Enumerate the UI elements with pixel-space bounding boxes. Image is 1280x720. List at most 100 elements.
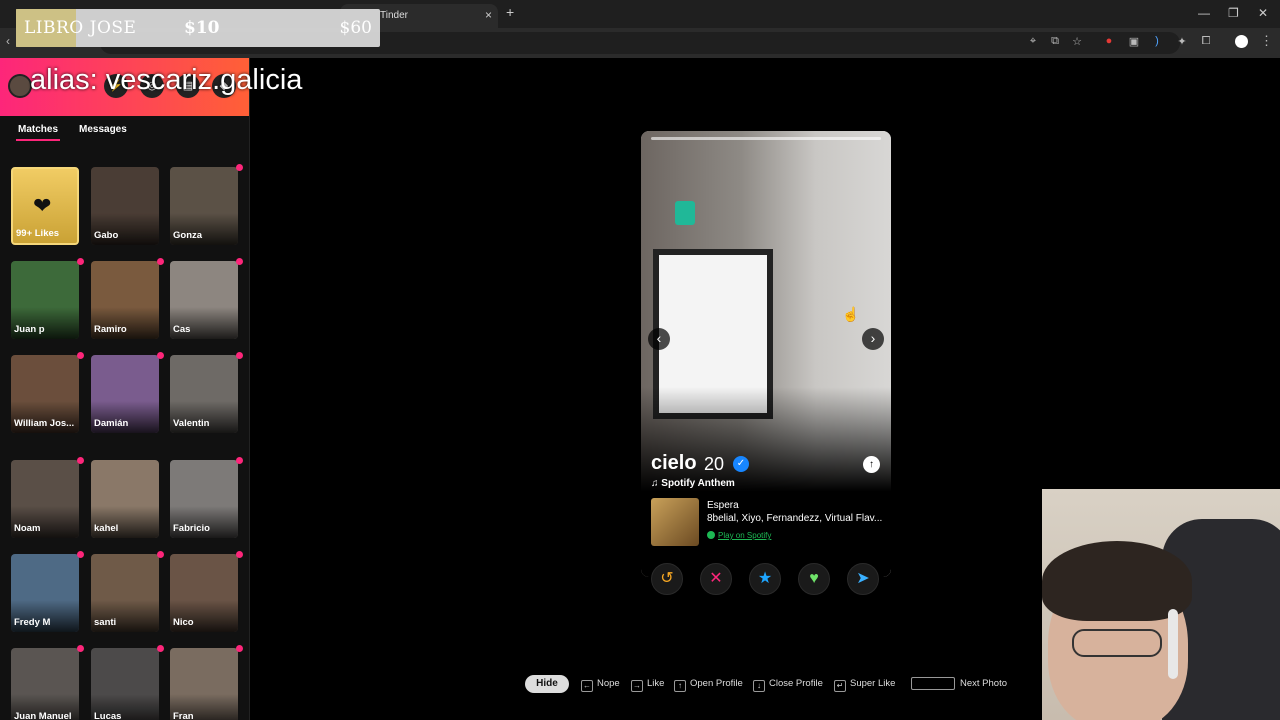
banner-current-amount: $10 [184,18,220,38]
restore-button[interactable]: ❐ [1228,6,1239,20]
match-name: Ramiro [94,324,127,335]
tab-title: Tinder [380,10,408,21]
prev-photo-icon[interactable]: ‹ [648,328,670,350]
match-card[interactable]: Damián [91,355,159,433]
extension-window-icon[interactable]: ▣ [1127,35,1141,48]
song-title: Espera [707,500,739,511]
new-match-dot [236,258,243,265]
location-icon[interactable]: ⌖ [1026,35,1040,48]
match-name: Gonza [173,230,203,241]
new-match-dot [77,258,84,265]
stream-goal-banner: LIBRO JOSE $10 $60 [16,9,380,47]
likes-count: 99+ Likes [16,228,60,239]
match-card[interactable]: Fran [170,648,238,720]
match-name: Nico [173,617,194,628]
user-avatar[interactable] [8,74,32,98]
album-art [651,498,699,546]
match-card[interactable]: Juan Manuel [11,648,79,720]
match-name: Fabricio [173,523,210,534]
profile-avatar[interactable] [1235,35,1248,48]
super-like-button[interactable]: ★ [749,563,781,595]
new-match-dot [157,258,164,265]
rewind-button[interactable]: ↺ [651,563,683,595]
next-photo-icon[interactable]: › [862,328,884,350]
extension-red-icon[interactable]: ● [1102,35,1116,47]
matches-tabs: Matches Messages [0,116,249,156]
profile-age: 20 [704,454,725,474]
extensions-puzzle-icon[interactable]: ⧠ [1199,35,1213,48]
hide-hints-button[interactable]: Hide [525,675,569,693]
down-arrow-key-icon: ↓ [753,680,765,692]
tab-messages[interactable]: Messages [79,124,127,135]
match-name: Juan Manuel [14,711,72,720]
match-card[interactable]: William Jos... [11,355,79,433]
minimize-button[interactable]: — [1198,6,1210,20]
match-name: kahel [94,523,119,534]
like-button[interactable]: ♥ [798,563,830,595]
match-card[interactable]: Ramiro [91,261,159,339]
new-match-dot [236,551,243,558]
match-name: Valentin [173,418,210,429]
new-tab-button[interactable]: + [506,4,514,20]
song-artists: 8belial, Xiyo, Fernandezz, Virtual Flav.… [707,513,883,524]
match-name: Juan p [14,324,45,335]
match-card[interactable]: Cas [170,261,238,339]
new-match-dot [157,551,164,558]
new-match-dot [77,645,84,652]
match-card[interactable]: Noam [11,460,79,538]
match-card[interactable]: Valentin [170,355,238,433]
likes-card[interactable]: ❤ 99+ Likes [11,167,79,245]
hint-close-profile: ↓ Close Profile [753,678,823,692]
match-name: Damián [94,418,129,429]
hint-like: → Like [631,678,665,692]
hint-super-like: ↵ Super Like [834,678,895,692]
new-match-dot [236,645,243,652]
match-name: Fredy M [14,617,51,628]
match-card[interactable]: Fabricio [170,460,238,538]
match-name: Lucas [94,711,122,720]
bookmark-star-icon[interactable]: ☆ [1070,35,1084,48]
match-card[interactable]: Nico [170,554,238,632]
enter-key-icon: ↵ [834,680,846,692]
extension-gift-icon[interactable]: ✦ [1175,35,1189,48]
tab-close-icon[interactable]: × [485,8,492,22]
play-on-spotify-link[interactable]: Play on Spotify [707,531,771,540]
verified-badge-icon: ✓ [733,456,749,472]
match-name: William Jos... [14,418,75,429]
match-card[interactable]: Fredy M [11,554,79,632]
match-name: Fran [173,711,194,720]
nope-button[interactable]: ✕ [700,563,732,595]
close-window-button[interactable]: ✕ [1258,6,1268,20]
new-match-dot [236,164,243,171]
profile-card[interactable]: ‹ › cielo 20 ✓ ↑ ♫ Spotify Anthem Espera… [641,131,891,577]
match-card[interactable]: santi [91,554,159,632]
profile-name: cielo [651,452,697,474]
new-match-dot [236,352,243,359]
install-icon[interactable]: ⧉ [1048,35,1062,48]
new-match-dot [157,645,164,652]
match-name: Gabo [94,230,119,241]
match-card[interactable]: Gonza [170,167,238,245]
boost-button[interactable]: ➤ [847,563,879,595]
spotify-icon [707,531,715,539]
extension-audio-icon[interactable]: ) [1150,35,1164,47]
match-name: Noam [14,523,41,534]
open-profile-icon[interactable]: ↑ [863,456,880,473]
banner-goal-amount: $60 [339,18,372,38]
sidebar: ⚡ ◎ ▤ ◆ Matches Messages ❤ 99+ Likes Gab… [0,58,250,720]
match-card[interactable]: Lucas [91,648,159,720]
match-name: santi [94,617,117,628]
tab-matches[interactable]: Matches [15,124,61,141]
right-arrow-key-icon: → [631,680,643,692]
banner-name: LIBRO JOSE [24,18,137,38]
browser-menu-icon[interactable]: ⋮ [1260,33,1273,49]
new-match-dot [77,551,84,558]
stream-alias-text: alias: vescariz.galicia [30,64,303,96]
left-arrow-key-icon: ← [581,680,593,692]
match-card[interactable]: Juan p [11,261,79,339]
match-card[interactable]: Gabo [91,167,159,245]
back-button[interactable]: ‹ [6,34,10,48]
webcam-feed [1042,489,1280,720]
space-key-icon [911,677,955,690]
match-card[interactable]: kahel [91,460,159,538]
